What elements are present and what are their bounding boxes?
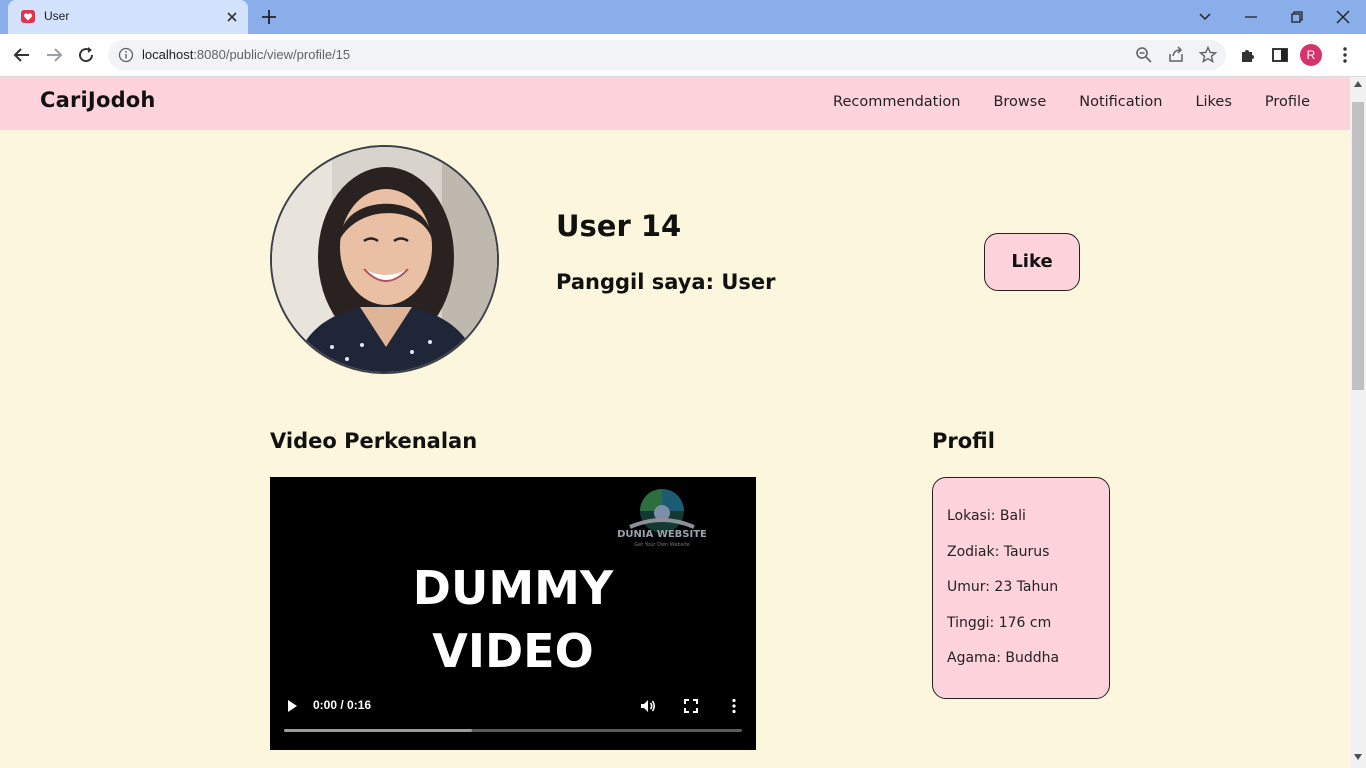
page-viewport: CariJodoh Recommendation Browse Notifica… [0, 77, 1350, 768]
nav-profile[interactable]: Profile [1265, 94, 1310, 110]
nav-likes[interactable]: Likes [1195, 94, 1231, 110]
heart-favicon-icon [21, 10, 35, 23]
nav-links: Recommendation Browse Notification Likes… [833, 94, 1310, 110]
profile-info-card: Lokasi: Bali Zodiak: Taurus Umur: 23 Tah… [932, 477, 1110, 699]
back-arrow-icon[interactable] [12, 45, 32, 65]
browser-tabstrip: User [0, 0, 1366, 34]
video-caption-line1: DUMMY [412, 561, 614, 615]
nav-browse[interactable]: Browse [993, 94, 1046, 110]
site-logo[interactable]: CariJodoh [40, 88, 156, 112]
scroll-up-arrow-icon[interactable] [1354, 81, 1362, 87]
video-caption-line2: VIDEO [432, 624, 594, 678]
info-icon[interactable] [118, 47, 134, 63]
video-time: 0:00 / 0:16 [313, 698, 372, 712]
url-host: localhost [142, 47, 194, 62]
profile-height: Tinggi: 176 cm [947, 614, 1052, 631]
intro-video-player[interactable]: DUNIA WEBSITE Get Your Own Website DUMMY… [270, 477, 756, 750]
watermark-title: DUNIA WEBSITE [617, 529, 707, 540]
profile-age: Umur: 23 Tahun [947, 579, 1059, 595]
video-section-title: Video Perkenalan [270, 429, 478, 453]
nav-recommendation[interactable]: Recommendation [833, 94, 960, 110]
profile-religion: Agama: Buddha [947, 650, 1060, 666]
play-icon[interactable] [284, 697, 300, 715]
video-caption: DUMMY VIDEO [270, 557, 756, 683]
video-progress-bar[interactable] [284, 729, 742, 732]
star-icon[interactable] [1198, 45, 1218, 65]
zoom-icon[interactable] [1134, 45, 1154, 65]
volume-icon[interactable] [639, 697, 657, 715]
browser-toolbar: localhost:8080/public/view/profile/15 R [0, 34, 1366, 77]
forward-arrow-icon[interactable] [44, 45, 64, 65]
kebab-menu-icon[interactable] [1335, 45, 1355, 65]
restore-icon[interactable] [1286, 6, 1308, 28]
profile-location: Lokasi: Bali [947, 508, 1026, 524]
profile-avatar[interactable]: R [1300, 44, 1322, 66]
page-scrollbar[interactable] [1350, 77, 1366, 768]
minimize-icon[interactable] [1240, 6, 1262, 28]
close-icon[interactable] [224, 9, 240, 25]
site-navbar: CariJodoh Recommendation Browse Notifica… [0, 77, 1350, 130]
profile-section-title: Profil [932, 429, 995, 453]
video-buffered-fill [284, 729, 472, 732]
tab-title: User [44, 9, 70, 23]
reload-icon[interactable] [76, 45, 96, 65]
address-bar[interactable]: localhost:8080/public/view/profile/15 [108, 40, 1226, 70]
nav-notification[interactable]: Notification [1079, 94, 1162, 110]
scroll-thumb[interactable] [1352, 102, 1364, 390]
fullscreen-icon[interactable] [682, 697, 700, 715]
user-name: User 14 [556, 209, 682, 243]
browser-tab[interactable]: User [8, 0, 248, 34]
chevron-down-icon[interactable] [1194, 6, 1216, 28]
dunia-website-logo-icon [629, 489, 695, 533]
url-path: :8080/public/view/profile/15 [193, 47, 351, 62]
profile-zodiac: Zodiak: Taurus [947, 543, 1050, 560]
share-icon[interactable] [1166, 45, 1186, 65]
url-text[interactable]: localhost:8080/public/view/profile/15 [142, 47, 350, 62]
extensions-icon[interactable] [1238, 45, 1258, 65]
video-more-icon[interactable] [725, 697, 743, 715]
sidebar-icon[interactable] [1270, 45, 1290, 65]
window-close-icon[interactable] [1332, 6, 1354, 28]
profile-photo [270, 145, 499, 374]
scroll-down-arrow-icon[interactable] [1354, 754, 1362, 760]
plus-icon[interactable] [260, 8, 278, 26]
like-button[interactable]: Like [984, 233, 1080, 291]
watermark-subtitle: Get Your Own Website [634, 542, 690, 548]
user-nickname: Panggil saya: User [556, 270, 776, 294]
profile-photo-image [272, 147, 497, 372]
